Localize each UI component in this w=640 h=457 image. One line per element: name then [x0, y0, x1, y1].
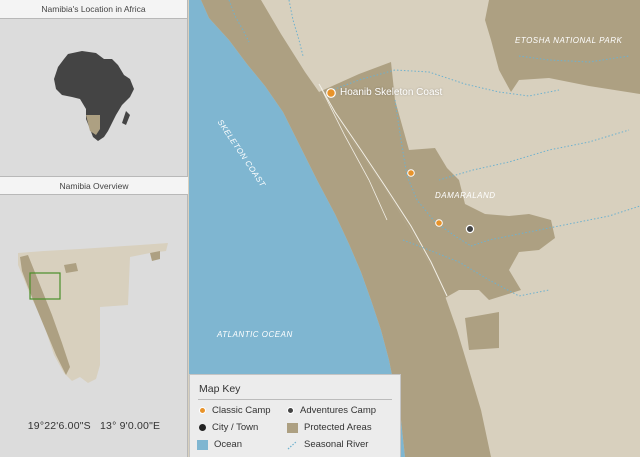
- ocean-swatch-icon: [197, 439, 208, 450]
- key-seasonal-river: Seasonal River: [287, 439, 368, 450]
- adventures-camp-marker: [465, 224, 475, 234]
- classic-camp-marker-2: [407, 169, 415, 177]
- overview-panel-title: Namibia Overview: [0, 176, 188, 195]
- key-label: Seasonal River: [304, 439, 369, 450]
- orange-dot-icon: [199, 407, 206, 414]
- key-city-town: City / Town: [199, 422, 258, 433]
- classic-camp-marker-3: [435, 219, 443, 227]
- latitude: 19°22'6.00"S: [27, 420, 91, 432]
- africa-panel-title: Namibia's Location in Africa: [0, 0, 187, 19]
- coordinates-readout: 19°22'6.00"S 13° 9'0.00"E: [0, 420, 188, 432]
- namibia-highlight: [86, 115, 100, 135]
- map-key-title: Map Key: [199, 383, 241, 395]
- key-label: Protected Areas: [304, 422, 372, 433]
- map-key-divider: [198, 399, 392, 400]
- hoanib-camp-label[interactable]: Hoanib Skeleton Coast: [340, 87, 442, 98]
- namibia-overview-map: [0, 195, 188, 405]
- key-classic-camp: Classic Camp: [199, 405, 271, 416]
- map-key: Map Key Classic Camp Adventures Camp Cit…: [189, 374, 401, 457]
- madagascar-shape: [122, 111, 130, 125]
- etosha-label: ETOSHA NATIONAL PARK: [515, 36, 623, 45]
- key-protected-areas: Protected Areas: [287, 422, 372, 433]
- black-dot-icon: [199, 424, 206, 431]
- key-label: City / Town: [212, 422, 259, 433]
- key-label: Adventures Camp: [300, 405, 377, 416]
- etosha-park: [485, 0, 640, 94]
- key-adventures-camp: Adventures Camp: [287, 405, 376, 416]
- protected-patch: [465, 312, 499, 350]
- sidebar: Namibia's Location in Africa Namibia Ove…: [0, 0, 188, 457]
- dark-dot-icon: [287, 407, 294, 414]
- atlantic-label: ATLANTIC OCEAN: [217, 330, 293, 339]
- protected-swatch-icon: [287, 422, 298, 433]
- key-label: Ocean: [214, 439, 242, 450]
- africa-locator-map: [0, 19, 188, 176]
- damaraland-label: DAMARALAND: [435, 191, 496, 200]
- hoanib-camp-marker: [326, 88, 336, 98]
- key-label: Classic Camp: [212, 405, 271, 416]
- key-ocean: Ocean: [197, 439, 242, 450]
- longitude: 13° 9'0.00"E: [100, 420, 161, 432]
- river-line-icon: [287, 440, 298, 450]
